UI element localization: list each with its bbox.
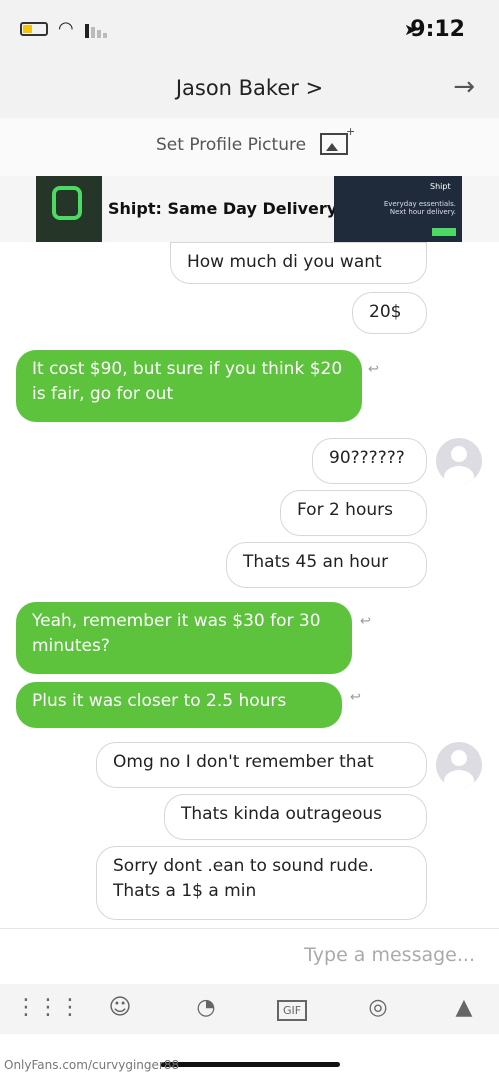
home-area (0, 1034, 499, 1079)
apps-grid-icon[interactable]: ⋮⋮⋮ (15, 990, 81, 1026)
status-time: 9:12 (410, 17, 465, 42)
gif-label: GIF (276, 1000, 308, 1021)
battery-icon (20, 22, 48, 36)
message-bubble-sent[interactable]: Yeah, remember it was $30 for 30 minutes… (16, 602, 352, 674)
message-bubble-received[interactable]: Thats kinda outrageous (164, 794, 427, 840)
message-bubble-received[interactable]: For 2 hours (280, 490, 427, 536)
message-bubble-sent[interactable]: Plus it was closer to 2.5 hours (16, 682, 342, 728)
avatar (436, 742, 482, 788)
sticker-icon[interactable]: ◔ (186, 990, 226, 1026)
message-bubble-received[interactable]: Sorry dont .ean to sound rude. Thats a 1… (96, 846, 427, 920)
reply-icon[interactable]: ↩ (368, 362, 379, 377)
wifi-icon: ◠ (58, 18, 74, 39)
image-add-icon[interactable]: + (320, 125, 355, 155)
emoji-icon[interactable]: ☺ (100, 990, 140, 1026)
reply-icon[interactable]: ↩ (360, 614, 371, 629)
watermark: OnlyFans.com/curvyginger88 (4, 1058, 180, 1072)
avatar (436, 438, 482, 484)
back-arrow-icon[interactable]: → (453, 72, 475, 102)
gif-button[interactable]: GIF (272, 990, 312, 1026)
message-bubble-received[interactable]: 90?????? (312, 438, 427, 484)
ad-brand: Shipt (430, 182, 451, 191)
set-profile-picture-label[interactable]: Set Profile Picture (156, 135, 306, 155)
ad-tagline: Everyday essentials. Next hour delivery. (383, 200, 456, 216)
message-input[interactable]: Type a message... (304, 944, 475, 966)
home-indicator[interactable] (160, 1062, 340, 1067)
message-bubble-received[interactable]: 20$ (352, 292, 427, 334)
reply-icon[interactable]: ↩ (350, 690, 361, 705)
signal-icon (85, 22, 109, 38)
camera-icon[interactable]: ◎ (358, 990, 398, 1026)
contact-name[interactable]: Jason Baker > (0, 76, 499, 100)
message-bubble-received[interactable]: Omg no I don't remember that (96, 742, 427, 788)
gallery-icon[interactable]: ▲ (444, 990, 484, 1026)
shipt-bag-icon (52, 186, 82, 220)
ad-cta-button[interactable] (432, 228, 456, 236)
message-bubble-sent[interactable]: It cost $90, but sure if you think $20 i… (16, 350, 362, 422)
ad-headline[interactable]: Shipt: Same Day Delivery (108, 199, 337, 218)
location-icon: ➤ (404, 20, 418, 39)
message-bubble-received[interactable]: Thats 45 an hour (226, 542, 427, 588)
message-bubble-received[interactable]: How much di you want (170, 242, 427, 284)
